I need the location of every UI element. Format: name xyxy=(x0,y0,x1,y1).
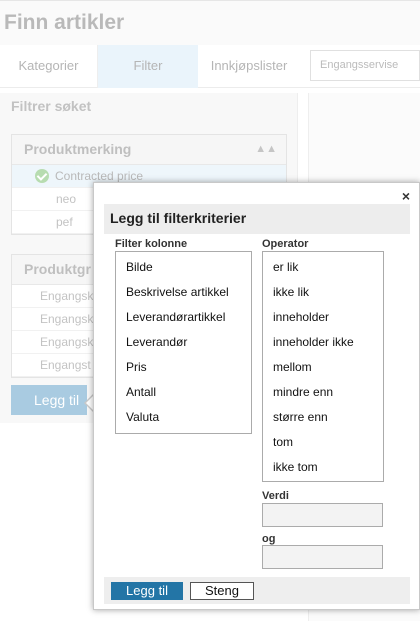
search-input[interactable]: Engangsservise xyxy=(310,50,420,81)
list-item[interactable]: ikke tom xyxy=(273,460,318,474)
dialog-footer: Legg til Steng xyxy=(104,577,410,604)
list-item[interactable]: Bilde xyxy=(126,260,153,274)
operator-label: Operator xyxy=(262,238,309,250)
list-item[interactable]: ikke lik xyxy=(273,285,309,299)
productmark-title: Produktmerking xyxy=(24,141,132,157)
tab-filter[interactable]: Filter xyxy=(98,45,198,88)
list-item[interactable]: tom xyxy=(273,435,293,449)
list-item[interactable]: er lik xyxy=(273,260,298,274)
add-button[interactable]: Legg til xyxy=(111,582,183,600)
filter-dialog: × Legg til filterkriterier Filter kolonn… xyxy=(93,182,420,610)
page-header: Finn artikler xyxy=(0,0,420,45)
list-item[interactable]: større enn xyxy=(273,410,328,424)
operator-list[interactable]: er lik ikke lik inneholder inneholder ik… xyxy=(262,251,384,482)
list-item[interactable]: Leverandørartikkel xyxy=(126,310,225,324)
value-field[interactable] xyxy=(262,503,383,527)
list-item[interactable]: Pris xyxy=(126,360,147,374)
close-icon[interactable]: × xyxy=(402,188,410,204)
filter-column-label: Filter kolonne xyxy=(115,238,188,250)
dialog-title: Legg til filterkriterier xyxy=(110,210,247,226)
list-item[interactable]: mellom xyxy=(273,360,312,374)
list-item[interactable]: Antall xyxy=(126,385,156,399)
filter-heading: Filtrer søket xyxy=(11,98,92,114)
productgroup-title: Produktgr xyxy=(24,261,91,277)
list-item[interactable]: Valuta xyxy=(126,410,159,424)
list-item[interactable]: Leverandør xyxy=(126,335,187,349)
collapse-icon[interactable]: ▲▲ xyxy=(255,135,277,164)
and-label: og xyxy=(262,533,276,545)
sidebar-add-button[interactable]: Legg til xyxy=(11,385,87,415)
tab-kategorier[interactable]: Kategorier xyxy=(0,45,98,88)
close-button[interactable]: Steng xyxy=(190,582,254,600)
dialog-title-bar: Legg til filterkriterier xyxy=(104,204,410,234)
check-circle-icon xyxy=(35,169,49,183)
list-item[interactable]: inneholder ikke xyxy=(273,335,354,349)
productmark-header[interactable]: Produktmerking ▲▲ xyxy=(12,135,286,165)
page-title: Finn artikler xyxy=(4,11,125,34)
value-to-field[interactable] xyxy=(262,545,383,569)
list-item[interactable]: mindre enn xyxy=(273,385,333,399)
filter-column-list[interactable]: Bilde Beskrivelse artikkel Leverandørart… xyxy=(115,251,252,434)
list-item[interactable]: inneholder xyxy=(273,310,329,324)
list-item[interactable]: Beskrivelse artikkel xyxy=(126,285,229,299)
tab-bar: Kategorier Filter Innkjøpslister Engangs… xyxy=(0,45,420,88)
value-label: Verdi xyxy=(262,490,289,502)
tab-innkjopslister[interactable]: Innkjøpslister xyxy=(198,45,300,88)
